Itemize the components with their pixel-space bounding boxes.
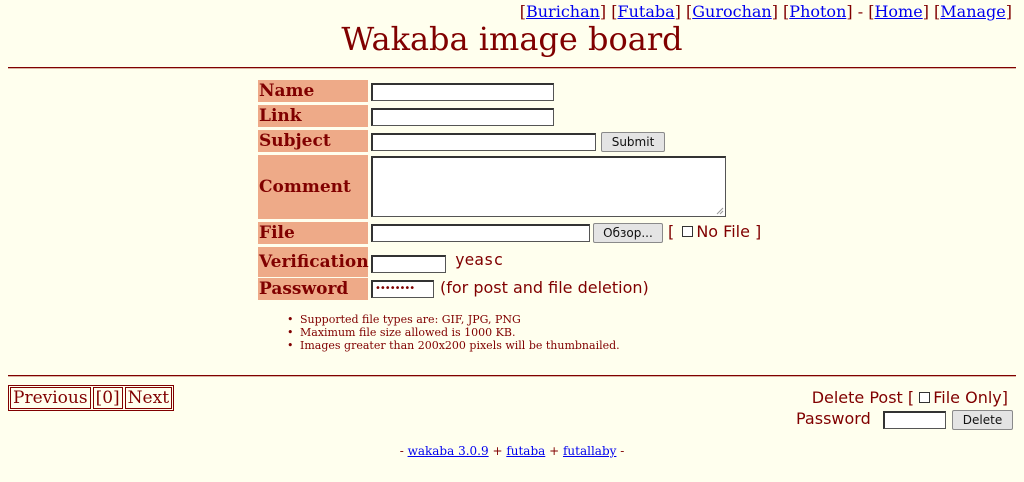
footer: - wakaba 3.0.9 + futaba + futallaby - — [0, 444, 1024, 458]
pager: Previous [0] Next — [8, 385, 175, 411]
no-file-checkbox[interactable] — [682, 226, 694, 237]
link-label: Link — [258, 105, 368, 127]
delete-post-label: Delete Post — [811, 388, 903, 407]
footer-plus: + — [545, 444, 563, 458]
nav-link-burichan[interactable]: Burichan — [526, 2, 600, 21]
file-label: File — [258, 222, 368, 244]
style-nav: [Burichan] [Futaba] [Gurochan] [Photon] … — [519, 2, 1012, 21]
link-input[interactable] — [371, 108, 554, 126]
footer-plus: + — [488, 444, 507, 458]
file-only-checkbox[interactable] — [919, 392, 931, 403]
footer-link-futaba[interactable]: futaba — [506, 444, 545, 458]
verification-input[interactable] — [371, 255, 446, 273]
captcha-text: yeasc — [455, 250, 503, 269]
name-label: Name — [258, 80, 368, 102]
list-item: Images greater than 200x200 pixels will … — [287, 339, 620, 352]
no-file-label: No File — [696, 222, 750, 241]
file-input[interactable] — [371, 224, 590, 242]
next-button[interactable]: Next — [124, 387, 173, 409]
previous-button[interactable]: Previous — [10, 387, 91, 409]
nav-separator: - — [852, 2, 869, 21]
svg-text:yeasc: yeasc — [455, 250, 503, 269]
list-item: Supported file types are: GIF, JPG, PNG — [287, 313, 620, 326]
password-input[interactable]: •••••••• — [371, 280, 434, 298]
file-only-label: File Only] — [933, 388, 1008, 407]
browse-button[interactable]: Обзор... — [593, 223, 663, 243]
comment-textarea[interactable] — [371, 156, 726, 217]
submit-button[interactable]: Submit — [601, 132, 665, 152]
verification-label: Verification — [258, 247, 369, 277]
delete-password-input[interactable] — [883, 411, 946, 429]
subject-input[interactable] — [371, 133, 596, 151]
footer-prefix: - — [399, 444, 408, 458]
footer-link-futallaby[interactable]: futallaby — [563, 444, 616, 458]
footer-link-wakaba[interactable]: wakaba 3.0.9 — [408, 444, 489, 458]
resize-handle-icon[interactable] — [716, 207, 724, 215]
delete-button[interactable]: Delete — [952, 410, 1013, 430]
nav-link-photon[interactable]: Photon — [789, 2, 846, 21]
nav-link-home[interactable]: Home — [874, 2, 922, 21]
page-0-link[interactable]: [0] — [92, 387, 123, 409]
top-divider — [8, 67, 1016, 69]
password-label: Password — [258, 278, 368, 300]
nav-link-futaba[interactable]: Futaba — [618, 2, 675, 21]
subject-label: Subject — [258, 130, 368, 152]
comment-label: Comment — [258, 155, 368, 219]
captcha-image: yeasc — [455, 250, 503, 269]
footer-suffix: - — [616, 444, 625, 458]
page-title: Wakaba image board — [341, 20, 683, 58]
no-file-option: [ No File ] — [668, 222, 762, 241]
delete-password-label: Password — [796, 409, 871, 428]
password-hint: (for post and file deletion) — [440, 278, 649, 297]
nav-link-manage[interactable]: Manage — [940, 2, 1005, 21]
list-item: Maximum file size allowed is 1000 KB. — [287, 326, 620, 339]
bottom-divider — [8, 375, 1016, 377]
name-input[interactable] — [371, 83, 554, 101]
nav-link-gurochan[interactable]: Gurochan — [692, 2, 771, 21]
rules-list: Supported file types are: GIF, JPG, PNG … — [287, 313, 620, 352]
delete-post-row: Delete Post [ File Only] — [811, 388, 1008, 407]
